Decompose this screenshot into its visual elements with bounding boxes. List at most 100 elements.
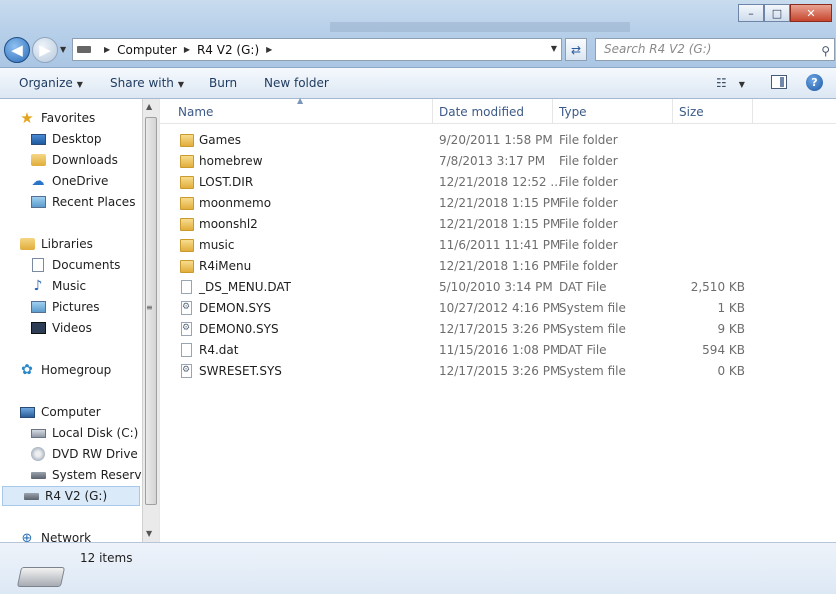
- hard-disk-icon: [30, 428, 46, 438]
- file-row[interactable]: R4.dat 11/15/2016 1:08 PM DAT File 594 KB: [176, 340, 776, 361]
- sidebar-item-recent-places[interactable]: Recent Places: [30, 192, 135, 212]
- downloads-folder-icon: [30, 154, 46, 166]
- sidebar-item-favorites[interactable]: ★ Favorites: [19, 108, 95, 128]
- column-headers: ▲ Name Date modified Type Size: [160, 96, 836, 124]
- sidebar-item-dvd-drive[interactable]: DVD RW Drive (D: [30, 444, 156, 464]
- sidebar-item-label: Favorites: [41, 111, 96, 125]
- change-view-button[interactable]: ☷ ▼: [716, 76, 745, 90]
- sidebar-item-system-reserved[interactable]: System Reserved: [30, 465, 156, 485]
- breadcrumb-r4-drive[interactable]: R4 V2 (G:): [197, 43, 259, 57]
- file-name: LOST.DIR: [199, 175, 254, 189]
- sidebar-item-documents[interactable]: Documents: [30, 255, 120, 275]
- new-folder-button[interactable]: New folder: [264, 76, 329, 90]
- organize-label: Organize: [19, 76, 73, 90]
- chevron-right-icon[interactable]: ▶: [184, 45, 190, 54]
- file-row[interactable]: moonmemo 12/21/2018 1:15 PM File folder: [176, 193, 776, 214]
- file-row[interactable]: R4iMenu 12/21/2018 1:16 PM File folder: [176, 256, 776, 277]
- folder-icon: [180, 134, 194, 147]
- chevron-down-icon: ▼: [60, 45, 67, 54]
- sidebar-item-label: Pictures: [52, 300, 100, 314]
- music-note-icon: ♪: [33, 278, 43, 294]
- share-with-button[interactable]: Share with ▼: [110, 76, 184, 90]
- file-size: 594 KB: [702, 343, 745, 357]
- organize-button[interactable]: Organize ▼: [19, 76, 83, 90]
- sidebar-item-pictures[interactable]: Pictures: [30, 297, 100, 317]
- sidebar-item-videos[interactable]: Videos: [30, 318, 92, 338]
- sidebar-item-downloads[interactable]: Downloads: [30, 150, 118, 170]
- file-size: 2,510 KB: [690, 280, 745, 294]
- file-name: SWRESET.SYS: [199, 364, 282, 378]
- file-row[interactable]: LOST.DIR 12/21/2018 12:52 ... File folder: [176, 172, 776, 193]
- file-row[interactable]: DEMON0.SYS 12/17/2015 3:26 PMSystem file 9…: [176, 319, 776, 340]
- file-row[interactable]: moonshl2 12/21/2018 1:15 PM File folder: [176, 214, 776, 235]
- chevron-right-icon[interactable]: ▶: [266, 45, 272, 54]
- column-header-name[interactable]: Name: [178, 105, 213, 119]
- address-dropdown-button[interactable]: ▼: [551, 44, 557, 53]
- file-row[interactable]: homebrew 7/8/2013 3:17 PM File folder: [176, 151, 776, 172]
- sidebar-item-r4-drive[interactable]: R4 V2 (G:): [2, 486, 140, 506]
- column-separator[interactable]: [672, 99, 673, 124]
- command-bar: Organize ▼ Share with ▼ Burn New folder ☷ ▼: [0, 68, 836, 99]
- search-icon[interactable]: ⚲: [821, 41, 830, 62]
- file-date-modified: 9/20/2011 1:58 PM: [439, 133, 553, 147]
- refresh-button[interactable]: ⇄: [565, 38, 587, 61]
- file-name: moonmemo: [199, 196, 272, 210]
- preview-pane-button[interactable]: [771, 75, 787, 89]
- sidebar-item-label: Downloads: [52, 153, 118, 167]
- recent-pages-button[interactable]: ▼: [60, 45, 66, 54]
- search-placeholder: Search R4 V2 (G:): [604, 42, 712, 56]
- sidebar-item-music[interactable]: ♪ Music: [30, 276, 87, 296]
- column-header-type[interactable]: Type: [559, 105, 587, 119]
- file-type: File folder: [559, 154, 618, 168]
- sidebar-item-onedrive[interactable]: ☁ OneDrive: [30, 171, 109, 191]
- file-name: DEMON.SYS: [199, 301, 271, 315]
- folder-icon: [180, 218, 194, 231]
- column-header-date[interactable]: Date modified: [439, 105, 524, 119]
- sidebar-item-label: Desktop: [52, 132, 102, 146]
- column-separator[interactable]: [432, 99, 433, 124]
- file-row[interactable]: Games 9/20/2011 1:58 PM File folder: [176, 130, 776, 151]
- address-bar[interactable]: ▶ Computer ▶ R4 V2 (G:) ▶ ▼: [72, 38, 562, 61]
- scroll-up-icon[interactable]: ▲: [146, 102, 152, 111]
- file-list: ▲ Name Date modified Type Size Games 9/20…: [160, 96, 836, 542]
- scroll-down-icon[interactable]: ▼: [146, 529, 152, 538]
- column-separator[interactable]: [552, 99, 553, 124]
- back-button[interactable]: ◀: [4, 37, 30, 63]
- column-separator[interactable]: [752, 99, 753, 124]
- sidebar-item-local-disk[interactable]: Local Disk (C:): [30, 423, 138, 443]
- close-button[interactable]: ✕: [790, 4, 832, 22]
- sidebar-item-desktop[interactable]: Desktop: [30, 129, 102, 149]
- breadcrumb-computer[interactable]: Computer: [117, 43, 177, 57]
- document-icon: [32, 258, 44, 272]
- file-row[interactable]: music 11/6/2011 11:41 PM File folder: [176, 235, 776, 256]
- file-icon: [181, 280, 192, 294]
- file-row[interactable]: SWRESET.SYS 12/17/2015 3:26 PMSystem file…: [176, 361, 776, 382]
- maximize-button[interactable]: □: [764, 4, 790, 22]
- refresh-icon: ⇄: [570, 42, 582, 57]
- file-row[interactable]: _DS_MENU.DAT 5/10/2010 3:14 PM DAT File 2,5…: [176, 277, 776, 298]
- homegroup-icon: ✿: [21, 362, 33, 378]
- cloud-icon: ☁: [31, 173, 45, 189]
- file-date-modified: 11/6/2011 11:41 PM: [439, 238, 561, 252]
- navigation-scrollbar[interactable]: ▲ ≡ ▼: [142, 99, 159, 542]
- sidebar-item-homegroup[interactable]: ✿ Homegroup: [19, 360, 111, 380]
- sidebar-item-libraries[interactable]: Libraries: [19, 234, 93, 254]
- help-button[interactable]: ?: [806, 74, 823, 91]
- file-name: music: [199, 238, 235, 252]
- file-type: File folder: [559, 259, 618, 273]
- search-input[interactable]: Search R4 V2 (G:) ⚲: [595, 38, 835, 61]
- computer-icon: [19, 406, 35, 418]
- sidebar-item-computer[interactable]: Computer: [19, 402, 101, 422]
- minimize-button[interactable]: –: [738, 4, 764, 22]
- sidebar-item-network[interactable]: ⊕ Network: [19, 528, 92, 543]
- forward-button[interactable]: ▶: [32, 37, 58, 63]
- chevron-right-icon[interactable]: ▶: [104, 45, 110, 54]
- system-file-icon: [181, 322, 192, 336]
- sort-ascending-icon: ▲: [297, 96, 304, 105]
- file-type: System file: [559, 322, 626, 336]
- dvd-icon: [31, 447, 45, 461]
- burn-button[interactable]: Burn: [209, 76, 237, 90]
- file-row[interactable]: DEMON.SYS 10/27/2012 4:16 PMSystem file 1 …: [176, 298, 776, 319]
- column-header-size[interactable]: Size: [679, 105, 704, 119]
- file-date-modified: 12/17/2015 3:26 PM: [439, 322, 561, 336]
